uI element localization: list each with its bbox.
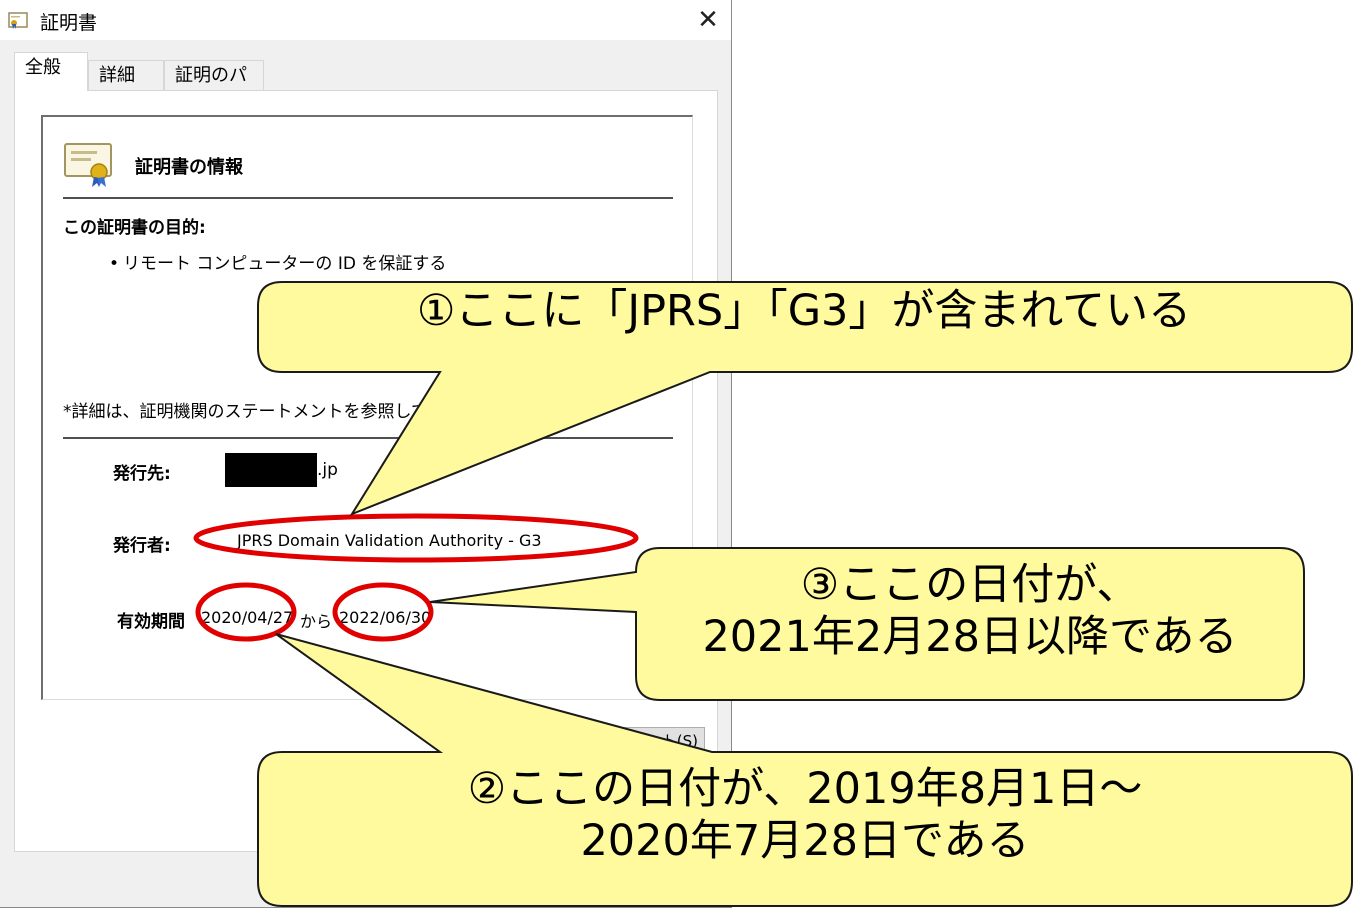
callout-1-line-1: ①ここに「JPRS」「G3」が含まれている [416,286,1192,336]
callout-3-line-2: 2021年2月28日以降である [702,611,1238,662]
callout-2-line-2: 2020年7月28日である [580,815,1030,866]
callout-text-3: ③ここの日付が、 2021年2月28日以降である [638,560,1302,663]
callout-2-line-1: ②ここの日付が、2019年8月1日～ [467,764,1143,814]
callout-text-2: ②ここの日付が、2019年8月1日～ 2020年7月28日である [258,764,1352,867]
highlight-ellipse-issuer [193,513,639,563]
tab-general[interactable]: 全般 [14,52,88,91]
callout-3-line-1: ③ここの日付が、 [800,560,1140,610]
callout-text-1: ①ここに「JPRS」「G3」が含まれている [256,286,1352,338]
highlight-ellipse-valid-to [332,582,434,642]
highlight-ellipse-valid-from [195,582,297,642]
